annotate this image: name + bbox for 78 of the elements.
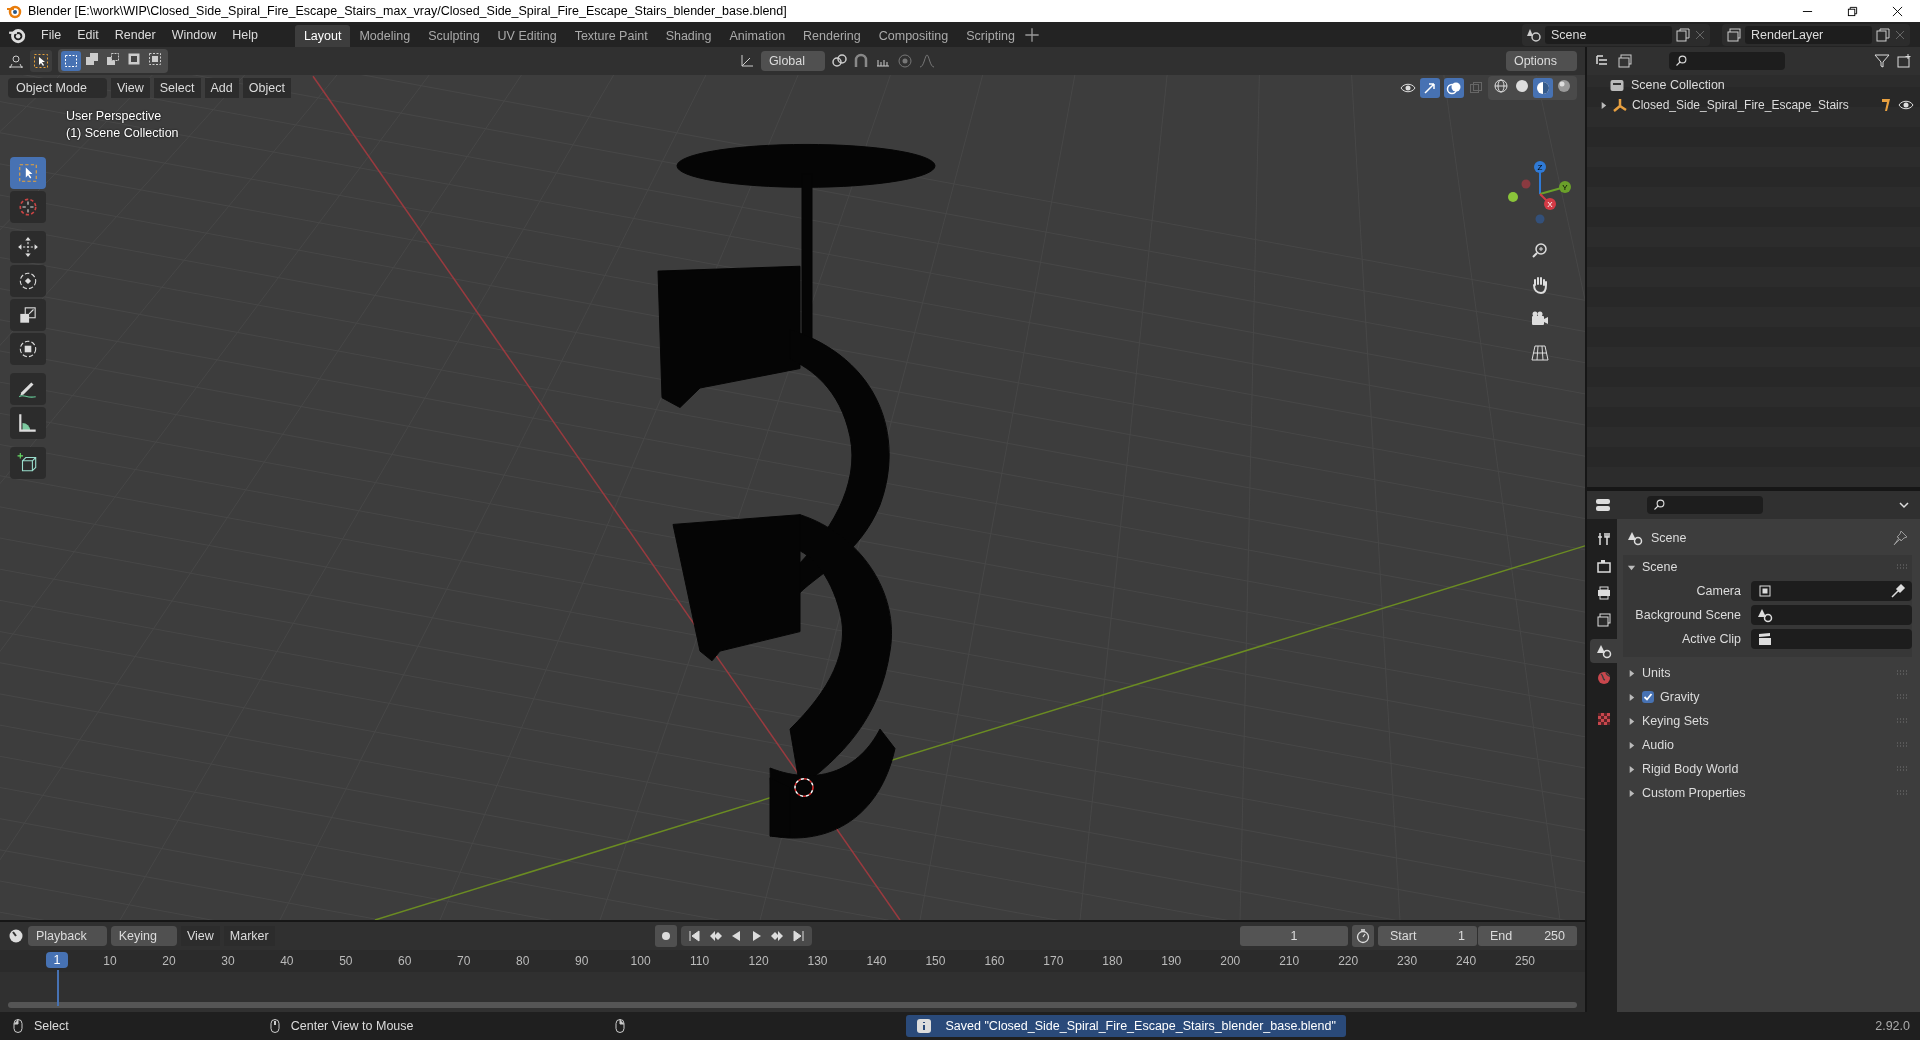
version-label: 2.92.0 [1875, 1019, 1910, 1033]
frame-number: 40 [280, 954, 294, 968]
navigation-gizmo[interactable]: Z Y X [1505, 159, 1575, 229]
frame-number: 10 [103, 954, 117, 968]
scene-field[interactable]: Scene [1545, 25, 1672, 44]
frame-number: 210 [1279, 954, 1300, 968]
frame-number: 220 [1338, 954, 1359, 968]
viewport-menu-item[interactable]: Add [204, 78, 239, 98]
outliner-item[interactable]: Closed_Side_Spiral_Fire_Escape_Stairs [1632, 98, 1849, 112]
frame-number: 140 [866, 954, 887, 968]
menu-item[interactable]: File [34, 24, 69, 45]
workspace-tab[interactable]: Animation [720, 25, 795, 47]
workspace-tab[interactable]: UV Editing [488, 25, 566, 47]
panel-header[interactable]: Units [1642, 666, 1671, 680]
frame-number: 80 [516, 954, 530, 968]
panel-header[interactable]: Gravity [1660, 690, 1700, 704]
frame-number: 70 [457, 954, 471, 968]
menu-item[interactable]: Render [107, 24, 163, 45]
frame-number: 150 [925, 954, 946, 968]
panel-header[interactable]: Rigid Body World [1642, 762, 1739, 776]
viewport-info-text: User Perspective [66, 109, 163, 123]
panel-header[interactable]: Keying Sets [1642, 714, 1709, 728]
status-message: Saved "Closed_Side_Spiral_Fire_Escape_Stairs_blender_base.blend" [945, 1019, 1336, 1033]
viewport-menu-item[interactable]: View [110, 78, 150, 98]
frame-number: 100 [630, 954, 651, 968]
menu-item[interactable]: Window [164, 24, 224, 45]
object-mode-dropdown[interactable]: Object Mode [8, 78, 107, 98]
frame-number: 130 [807, 954, 828, 968]
workspace-tab[interactable]: Rendering [794, 25, 870, 47]
field-label: Camera [1695, 584, 1741, 598]
field-label: Active Clip [1680, 632, 1741, 646]
frame-number: 110 [690, 954, 710, 968]
frame-number: 190 [1161, 954, 1182, 968]
view-layer-field[interactable]: RenderLayer [1745, 25, 1872, 44]
current-frame-field[interactable]: 1 [1240, 926, 1348, 946]
start-frame-field[interactable]: Start 1 [1378, 926, 1477, 946]
workspace-tab[interactable]: Shading [656, 25, 721, 47]
frame-number: 170 [1043, 954, 1064, 968]
status-hint: Select [34, 1019, 69, 1033]
workspace-tab[interactable]: Texture Paint [565, 25, 657, 47]
timeline-menu-item[interactable]: Playback [28, 926, 107, 946]
menu-item[interactable]: Help [225, 24, 265, 45]
frame-number: 240 [1456, 954, 1477, 968]
frame-number: 90 [575, 954, 589, 968]
transform-orientation-dropdown[interactable]: Global [760, 51, 826, 71]
frame-number: 50 [339, 954, 353, 968]
end-frame-field[interactable]: End 250 [1478, 926, 1577, 946]
workspace-tab[interactable]: Sculpting [419, 25, 489, 47]
frame-number: 30 [221, 954, 235, 968]
panel-header[interactable]: Scene [1642, 560, 1678, 574]
status-hint: Center View to Mouse [290, 1019, 414, 1033]
frame-number: 200 [1220, 954, 1241, 968]
options-dropdown[interactable]: Options [1505, 51, 1577, 71]
frame-number: 60 [398, 954, 412, 968]
timeline-menu-item[interactable]: View [180, 926, 220, 946]
context-label: Scene [1651, 531, 1687, 545]
outliner-item[interactable]: Scene Collection [1631, 78, 1725, 92]
frame-number: 180 [1102, 954, 1123, 968]
frame-number: 230 [1397, 954, 1418, 968]
frame-number: 20 [162, 954, 176, 968]
playhead[interactable]: 1 [46, 952, 68, 968]
frame-number: 160 [984, 954, 1005, 968]
window-title: Blender [E:\work\WIP\Closed_Side_Spiral_Fire_Escape_Stairs_max_vray/Closed_Side_Spiral_Fire_Escape_Stairs_blender_base.blend] [28, 4, 787, 18]
field-label: Background Scene [1634, 608, 1741, 622]
panel-header[interactable]: Audio [1642, 738, 1674, 752]
workspace-tab[interactable]: Compositing [869, 25, 958, 47]
timeline-menu-item[interactable]: Keying [110, 926, 177, 946]
timeline-menu-item[interactable]: Marker [223, 926, 275, 946]
viewport-info-text: (1) Scene Collection [66, 126, 179, 140]
frame-number: 250 [1515, 954, 1536, 968]
panel-header[interactable]: Custom Properties [1642, 786, 1746, 800]
frame-number: 120 [748, 954, 769, 968]
workspace-tab[interactable]: Modeling [350, 25, 420, 47]
viewport-menu-item[interactable]: Object [242, 78, 291, 98]
menu-item[interactable]: Edit [70, 24, 106, 45]
workspace-tab[interactable]: Layout [294, 25, 351, 47]
viewport-menu-item[interactable]: Select [153, 78, 201, 98]
workspace-tab[interactable]: Scripting [957, 25, 1024, 47]
